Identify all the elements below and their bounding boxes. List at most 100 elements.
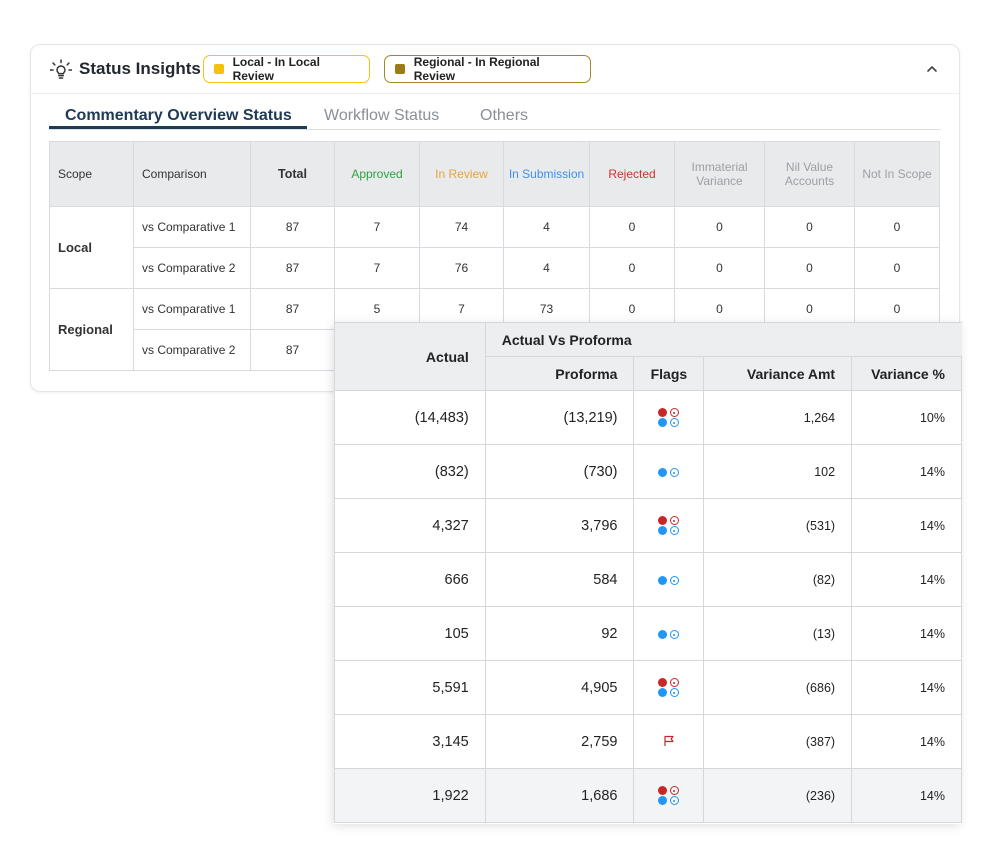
col-comparison: Comparison [133,141,251,207]
red-dot-icon [657,408,667,417]
col-group-actual-vs-proforma: Actual Vs Proforma [484,322,962,357]
immaterial-cell[interactable]: 0 [674,206,765,248]
blue-dot-icon [657,526,667,535]
regional-swatch [395,64,405,74]
table-header-row: Scope Comparison Total Approved In Revie… [49,141,940,207]
legend-chip-local[interactable]: Local - In Local Review [203,55,370,83]
nil-value-cell[interactable]: 0 [764,247,855,289]
table-row[interactable]: 5,591 4,905 (686) 14% [334,660,962,715]
col-rejected: Rejected [589,141,675,207]
table-row[interactable]: 105 92 (13) 14% [334,606,962,661]
flags-cell [633,498,705,553]
blue-target-icon [669,576,679,586]
variance-pct-cell: 14% [851,552,962,607]
scope-cell: Local [49,206,134,289]
col-not-in-scope: Not In Scope [854,141,940,207]
variance-pct-cell: 14% [851,768,962,823]
actual-vs-proforma-panel: Actual Actual Vs Proforma Proforma Flags… [334,322,962,824]
table-row[interactable]: 3,145 2,759 (387) 14% [334,714,962,769]
blue-dot-icon [657,418,667,427]
comparison-cell: vs Comparative 1 [133,206,251,248]
table-row: vs Comparative 2 87 7 76 4 0 0 0 0 [50,247,940,289]
blue-dot-icon [657,468,667,478]
active-tab-indicator [49,126,307,129]
comparison-cell: vs Comparative 2 [133,247,251,289]
legend-chip-local-label: Local - In Local Review [232,55,320,83]
variance-pct-cell: 14% [851,444,962,499]
blue-target-icon [669,688,679,697]
approved-cell[interactable]: 7 [334,247,420,289]
red-target-icon [669,786,679,795]
blue-dot-icon [657,576,667,586]
flag-indicator-icon[interactable] [657,576,680,586]
proforma-cell: 4,905 [484,660,635,715]
table-row[interactable]: 4,327 3,796 (531) 14% [334,498,962,553]
flags-cell [633,660,705,715]
in-submission-cell[interactable]: 4 [503,206,590,248]
flag-icon[interactable] [663,735,675,747]
flags-cell [633,606,705,661]
flag-indicator-icon[interactable] [657,516,680,535]
not-in-scope-cell[interactable]: 0 [854,206,940,248]
col-total: Total [250,141,335,207]
tab-commentary-overview-status[interactable]: Commentary Overview Status [65,107,292,125]
flag-indicator-icon[interactable] [657,786,680,805]
lightbulb-icon [50,59,72,79]
col-proforma: Proforma [484,356,635,391]
flag-indicator-icon[interactable] [657,468,680,478]
tab-others[interactable]: Others [480,107,528,125]
blue-target-icon [669,418,679,427]
legend-chip-regional[interactable]: Regional - In Regional Review [384,55,591,83]
table-row[interactable]: (14,483) (13,219) 1,264 10% [334,390,962,445]
chevron-up-icon[interactable] [925,62,939,76]
rejected-cell[interactable]: 0 [589,206,675,248]
not-in-scope-cell[interactable]: 0 [854,247,940,289]
approved-cell[interactable]: 7 [334,206,420,248]
red-dot-icon [657,516,667,525]
table-header-row: Actual Actual Vs Proforma [334,322,962,391]
card-title: Status Insights [79,59,201,78]
actual-cell: (832) [334,444,486,499]
in-submission-cell[interactable]: 4 [503,247,590,289]
flag-indicator-icon[interactable] [657,408,680,427]
col-in-review: In Review [419,141,504,207]
actual-cell: 5,591 [334,660,486,715]
variance-amt-cell: (236) [703,768,853,823]
flag-indicator-icon[interactable] [657,630,680,640]
actual-cell: 666 [334,552,486,607]
table-row[interactable]: (832) (730) 102 14% [334,444,962,499]
col-variance-amt: Variance Amt [703,356,853,391]
comparison-cell: vs Comparative 2 [133,329,251,371]
scope-cell: Regional [49,288,134,371]
red-target-icon [669,408,679,417]
tab-workflow-status[interactable]: Workflow Status [324,107,439,125]
blue-target-icon [669,526,679,535]
variance-amt-cell: (13) [703,606,853,661]
variance-amt-cell: (531) [703,498,853,553]
col-immaterial-variance: Immaterial Variance [674,141,765,207]
flags-cell [633,768,705,823]
flags-cell [633,444,705,499]
variance-pct-cell: 14% [851,660,962,715]
col-approved: Approved [334,141,420,207]
variance-pct-cell: 14% [851,498,962,553]
blue-target-icon [669,468,679,478]
flag-indicator-icon[interactable] [657,678,680,697]
table-row[interactable]: 1,922 1,686 (236) 14% [334,768,962,823]
nil-value-cell[interactable]: 0 [764,206,855,248]
in-review-cell[interactable]: 74 [419,206,504,248]
in-review-cell[interactable]: 76 [419,247,504,289]
col-actual: Actual [334,322,486,391]
variance-amt-cell: (686) [703,660,853,715]
rejected-cell[interactable]: 0 [589,247,675,289]
proforma-cell: (13,219) [484,390,635,445]
blue-target-icon [669,796,679,805]
proforma-cell: (730) [484,444,635,499]
table-row[interactable]: 666 584 (82) 14% [334,552,962,607]
total-cell: 87 [250,206,335,248]
immaterial-cell[interactable]: 0 [674,247,765,289]
col-nil-value-accounts: Nil Value Accounts [764,141,855,207]
variance-pct-cell: 14% [851,714,962,769]
status-tabs: Commentary Overview Status Workflow Stat… [49,107,941,130]
variance-pct-cell: 10% [851,390,962,445]
